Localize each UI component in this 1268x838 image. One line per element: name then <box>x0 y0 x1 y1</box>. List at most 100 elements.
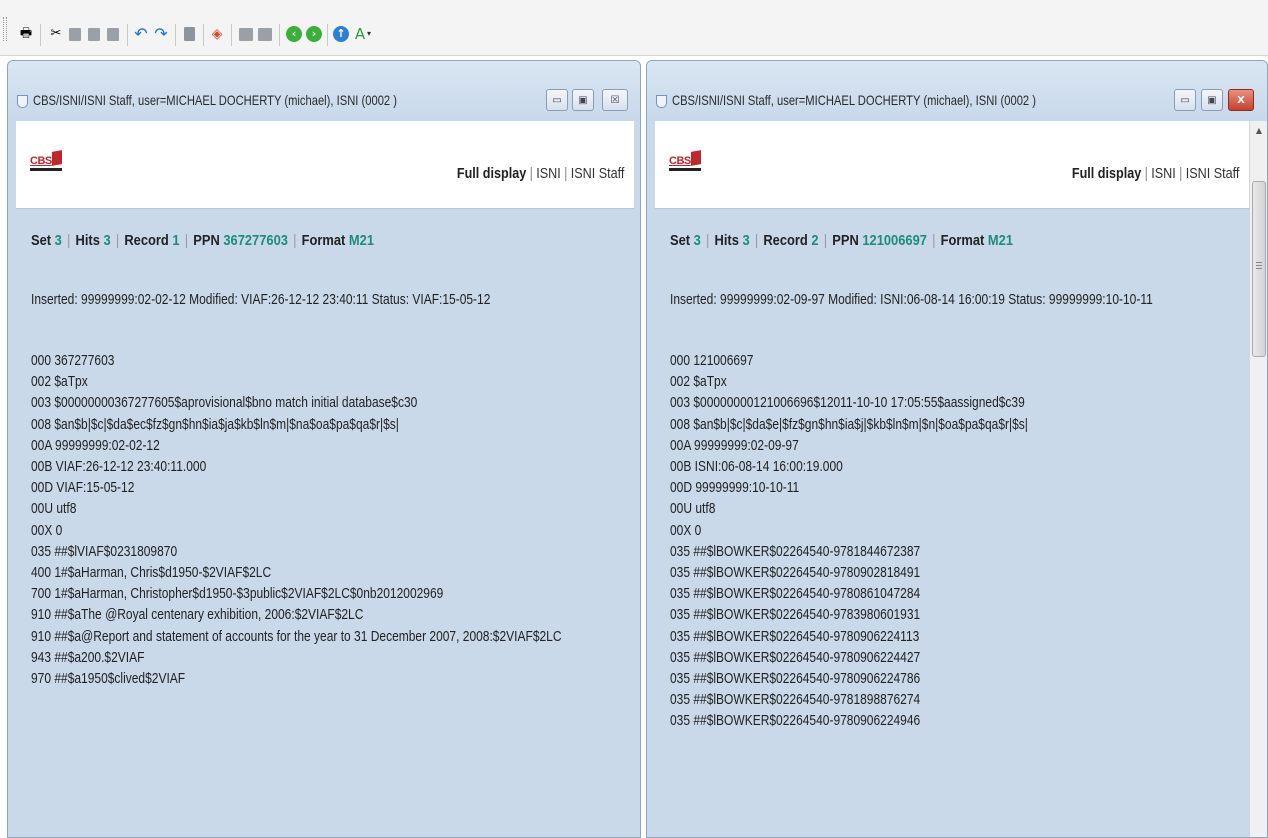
marc-lines: 000 367277603 002 $aTpx 003 $00000000367… <box>31 350 562 689</box>
hits-value: 3 <box>103 232 111 249</box>
marc-line: 035 ##$lBOWKER$02264540-9780906224786 <box>670 670 921 688</box>
page-icon[interactable] <box>181 26 197 42</box>
marc-line: 035 ##$lVIAF$0231809870 <box>31 542 178 560</box>
record-content: Set 3 | Hits 3 | Record 1 | PPN 367277603 | Form… <box>16 210 634 837</box>
close-button[interactable]: X <box>1228 89 1254 111</box>
record-meta: Set 3 | Hits 3 | Record 1 | PPN 367277603 | Form… <box>31 232 375 249</box>
toolbar-separator <box>175 24 176 46</box>
marc-line: 000 121006697 <box>670 352 754 369</box>
marc-line: 008 $an$b|$c|$da$e|$fz$gn$hn$ia$j|$kb$ln… <box>670 415 1028 433</box>
marc-line: 003 $00000000121006696$12011-10-10 17:05… <box>670 394 1025 412</box>
window-client: CBS Full display | ISNI | ISNI Staff Set 3 | H… <box>655 121 1267 837</box>
window-app-icon[interactable] <box>656 95 667 108</box>
marc-line: 035 ##$lBOWKER$02264540-9781898876274 <box>670 691 921 709</box>
marc-line: 910 ##$a@Report and statement of account… <box>31 627 562 645</box>
marc-line: 000 367277603 <box>31 352 115 369</box>
format-value[interactable]: M21 <box>349 232 374 249</box>
printer-icon[interactable]: 🖶 <box>18 26 34 42</box>
copy-icon[interactable] <box>67 26 83 42</box>
marc-line: 00A 99999999:02-02-12 <box>31 436 160 454</box>
view-left-icon[interactable] <box>238 26 254 42</box>
marc-line: 035 ##$lBOWKER$02264540-9780906224946 <box>670 712 921 730</box>
display-nav: Full display | ISNI | ISNI Staff <box>1071 165 1239 182</box>
close-button[interactable]: ☒ <box>602 89 628 111</box>
full-display-link[interactable]: Full display <box>456 165 525 182</box>
scroll-thumb[interactable] <box>1252 181 1266 357</box>
marc-line: 003 $00000000367277605$aprovisional$bno … <box>31 394 418 412</box>
cbs-logo: CBS <box>30 150 62 177</box>
marc-line: 035 ##$lBOWKER$02264540-9783980601931 <box>670 606 921 624</box>
main-toolbar: 🖶 ✂ ↶ ↷ ◈ ‹ › ↑ A ▾ <box>0 0 1268 56</box>
toolbar-separator <box>279 24 280 46</box>
toolbar-separator <box>127 24 128 46</box>
toolbar-separator <box>40 24 41 46</box>
record-value: 1 <box>172 232 180 249</box>
scroll-up-arrow-icon[interactable]: ▲ <box>1250 121 1267 139</box>
ppn-value[interactable]: 367277603 <box>223 232 288 249</box>
toolbar-separator <box>203 24 204 46</box>
marc-line: 910 ##$aThe @Royal centenary exhibition,… <box>31 606 364 624</box>
toolbar-grip[interactable] <box>3 17 7 41</box>
clipboard-icon[interactable] <box>105 26 121 42</box>
marc-line: 035 ##$lBOWKER$02264540-9780906224427 <box>670 648 921 666</box>
record-meta: Set 3 | Hits 3 | Record 2 | PPN 121006697 | Form… <box>670 232 1014 249</box>
marc-line: 00B ISNI:06-08-14 16:00:19.000 <box>670 458 843 476</box>
set-value: 3 <box>54 232 62 249</box>
record-value: 2 <box>811 232 819 249</box>
restore-button[interactable]: ▣ <box>572 89 594 111</box>
isni-link[interactable]: ISNI <box>536 165 561 182</box>
marc-line: 00A 99999999:02-09-97 <box>670 436 799 454</box>
cut-icon[interactable]: ✂ <box>48 26 64 42</box>
forward-icon[interactable]: › <box>306 26 322 42</box>
restore-button[interactable]: ▣ <box>1201 89 1223 111</box>
marc-line: 035 ##$lBOWKER$02264540-9780902818491 <box>670 564 921 582</box>
record-header: CBS Full display | ISNI | ISNI Staff <box>16 121 634 209</box>
marc-line: 970 ##$a1950$clived$2VIAF <box>31 670 186 688</box>
set-value: 3 <box>693 232 701 249</box>
back-icon[interactable]: ‹ <box>286 26 302 42</box>
window-titlebar[interactable]: CBS/ISNI/ISNI Staff, user=MICHAEL DOCHER… <box>647 61 1267 121</box>
cbs-logo: CBS <box>669 150 701 177</box>
toolbar-separator <box>231 24 232 46</box>
marc-line: 00B VIAF:26-12-12 23:40:11.000 <box>31 458 207 476</box>
up-icon[interactable]: ↑ <box>333 26 349 42</box>
minimize-button[interactable]: ▭ <box>546 89 568 111</box>
marc-lines: 000 121006697 002 $aTpx 003 $00000000121… <box>670 350 1028 732</box>
ppn-value[interactable]: 121006697 <box>862 232 927 249</box>
toolbar-separator <box>327 24 328 46</box>
paste-icon[interactable] <box>86 26 102 42</box>
record-window-left: CBS/ISNI/ISNI Staff, user=MICHAEL DOCHER… <box>7 60 641 838</box>
record-dates: Inserted: 99999999:02-02-12 Modified: VI… <box>31 291 491 308</box>
chevron-down-icon[interactable]: ▾ <box>365 26 373 42</box>
isni-link[interactable]: ISNI <box>1151 165 1176 182</box>
isni-staff-link[interactable]: ISNI Staff <box>570 165 624 182</box>
undo-icon[interactable]: ↶ <box>133 26 149 42</box>
window-titlebar[interactable]: CBS/ISNI/ISNI Staff, user=MICHAEL DOCHER… <box>8 61 640 121</box>
color-picker-icon[interactable]: ◈ <box>209 26 225 42</box>
window-app-icon[interactable] <box>17 95 28 108</box>
record-window-right: CBS/ISNI/ISNI Staff, user=MICHAEL DOCHER… <box>646 60 1268 838</box>
view-right-icon[interactable] <box>257 26 273 42</box>
marc-line: 008 $an$b|$c|$da$ec$fz$gn$hn$ia$ja$kb$ln… <box>31 415 399 433</box>
window-title: CBS/ISNI/ISNI Staff, user=MICHAEL DOCHER… <box>33 92 398 108</box>
minimize-button[interactable]: ▭ <box>1174 89 1196 111</box>
marc-line: 002 $aTpx <box>670 373 727 391</box>
redo-icon[interactable]: ↷ <box>153 26 169 42</box>
marc-line: 00X 0 <box>670 521 702 539</box>
marc-line: 00U utf8 <box>670 500 716 518</box>
marc-line: 00U utf8 <box>31 500 77 518</box>
marc-line: 700 1#$aHarman, Christopher$d1950-$3publ… <box>31 585 444 603</box>
full-display-link[interactable]: Full display <box>1071 165 1140 182</box>
vertical-scrollbar[interactable]: ▲ <box>1249 121 1267 837</box>
record-dates: Inserted: 99999999:02-09-97 Modified: IS… <box>670 291 1153 308</box>
window-title: CBS/ISNI/ISNI Staff, user=MICHAEL DOCHER… <box>672 92 1037 108</box>
hits-value: 3 <box>742 232 750 249</box>
marc-line: 035 ##$lBOWKER$02264540-9781844672387 <box>670 542 921 560</box>
isni-staff-link[interactable]: ISNI Staff <box>1185 165 1239 182</box>
marc-line: 943 ##$a200.$2VIAF <box>31 648 145 666</box>
format-value[interactable]: M21 <box>988 232 1013 249</box>
marc-line: 400 1#$aHarman, Chris$d1950-$2VIAF$2LC <box>31 564 272 582</box>
record-header: CBS Full display | ISNI | ISNI Staff <box>655 121 1249 209</box>
marc-line: 035 ##$lBOWKER$02264540-9780861047284 <box>670 585 921 603</box>
marc-line: 002 $aTpx <box>31 373 88 391</box>
